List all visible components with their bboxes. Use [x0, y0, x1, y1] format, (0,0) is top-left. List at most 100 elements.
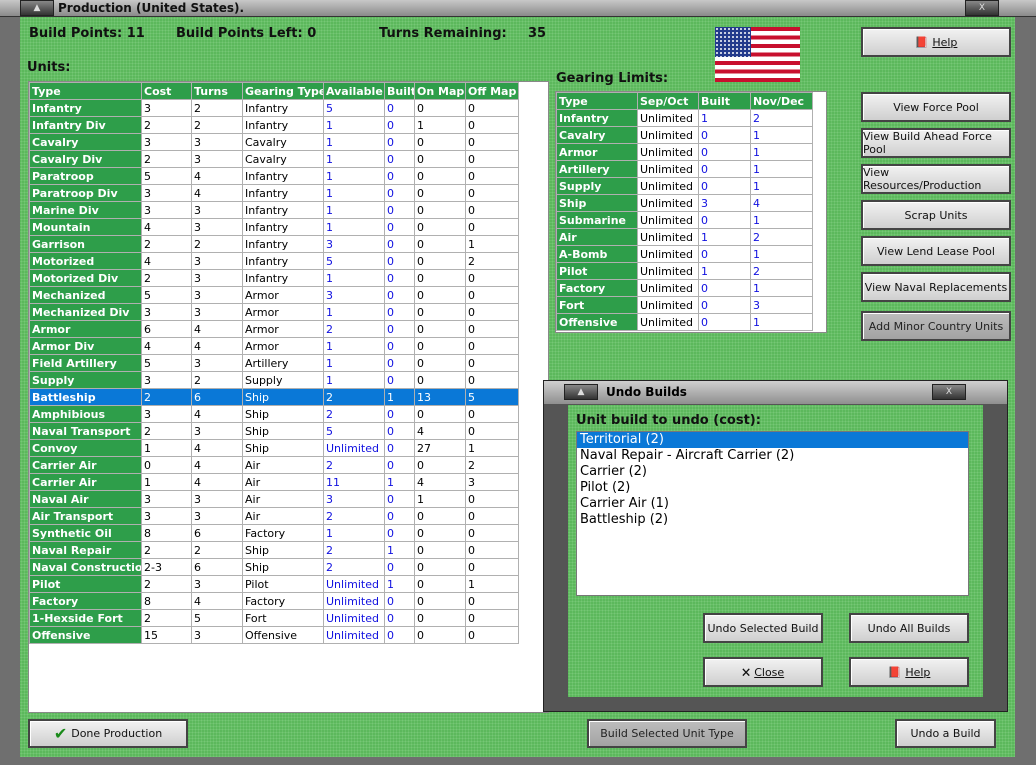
units-row[interactable]: Cavalry Div 2 3 Cavalry 1 0 0 0 — [29, 150, 519, 168]
units-column-header[interactable]: Available — [323, 82, 385, 100]
units-row[interactable]: Amphibious 3 4 Ship 2 0 0 0 — [29, 405, 519, 423]
gearing-column-header[interactable]: Nov/Dec — [750, 92, 813, 110]
units-cell: Pilot — [29, 575, 142, 593]
units-cell: 0 — [414, 371, 466, 389]
gearing-row[interactable]: Infantry Unlimited 1 2 — [556, 109, 813, 127]
gearing-row[interactable]: Pilot Unlimited 1 2 — [556, 262, 813, 280]
view-lend-lease-pool-button[interactable]: View Lend Lease Pool — [861, 236, 1011, 266]
units-row[interactable]: Naval Air 3 3 Air 3 0 1 0 — [29, 490, 519, 508]
units-row[interactable]: Mountain 4 3 Infantry 1 0 0 0 — [29, 218, 519, 236]
checkmark-icon: ✔ — [53, 724, 68, 743]
undo-list-item[interactable]: Carrier Air (1) — [577, 496, 968, 512]
units-row[interactable]: Garrison 2 2 Infantry 3 0 0 1 — [29, 235, 519, 253]
gearing-limits-table: Type Sep/Oct Built Nov/Dec Infantry Unlimited… — [556, 92, 813, 331]
gearing-row[interactable]: Fort Unlimited 0 3 — [556, 296, 813, 314]
build-selected-unit-type-button[interactable]: Build Selected Unit Type — [587, 719, 747, 748]
gearing-column-header[interactable]: Sep/Oct — [637, 92, 699, 110]
units-cell: 1 — [323, 303, 385, 321]
units-row[interactable]: Battleship 2 6 Ship 2 1 13 5 — [29, 388, 519, 406]
add-minor-country-units-button[interactable]: Add Minor Country Units — [861, 311, 1011, 341]
units-row[interactable]: Paratroop Div 3 4 Infantry 1 0 0 0 — [29, 184, 519, 202]
units-row[interactable]: Air Transport 3 3 Air 2 0 0 0 — [29, 507, 519, 525]
units-row[interactable]: 1-Hexside Fort 2 5 Fort Unlimited 0 0 0 — [29, 609, 519, 627]
undo-a-build-button[interactable]: Undo a Build — [895, 719, 996, 748]
units-row[interactable]: Carrier Air 1 4 Air 11 1 4 3 — [29, 473, 519, 491]
units-cell: 3 — [191, 252, 243, 270]
units-row[interactable]: Synthetic Oil 8 6 Factory 1 0 0 0 — [29, 524, 519, 542]
gearing-row[interactable]: Artillery Unlimited 0 1 — [556, 160, 813, 178]
units-row[interactable]: Pilot 2 3 Pilot Unlimited 1 0 1 — [29, 575, 519, 593]
help-button[interactable]: 📕 Help — [861, 27, 1011, 57]
units-column-header[interactable]: Gearing Type — [242, 82, 324, 100]
units-row[interactable]: Mechanized 5 3 Armor 3 0 0 0 — [29, 286, 519, 304]
minimize-button[interactable]: ▲ — [20, 0, 54, 16]
units-column-header[interactable]: Turns — [191, 82, 243, 100]
undo-build-list[interactable]: Territorial (2) Naval Repair - Aircraft C… — [576, 431, 969, 596]
units-cell: 1 — [323, 218, 385, 236]
gearing-row[interactable]: Factory Unlimited 0 1 — [556, 279, 813, 297]
units-row[interactable]: Naval Repair 2 2 Ship 2 1 0 0 — [29, 541, 519, 559]
units-cell: 3 — [191, 286, 243, 304]
gearing-row[interactable]: Ship Unlimited 3 4 — [556, 194, 813, 212]
units-cell: 2 — [141, 235, 192, 253]
undo-list-item[interactable]: Carrier (2) — [577, 464, 968, 480]
units-row[interactable]: Infantry Div 2 2 Infantry 1 0 1 0 — [29, 116, 519, 134]
units-column-header[interactable]: Built — [384, 82, 415, 100]
units-cell: 3 — [191, 269, 243, 287]
units-row[interactable]: Convoy 1 4 Ship Unlimited 0 27 1 — [29, 439, 519, 457]
close-window-button[interactable]: X — [965, 0, 999, 16]
units-column-header[interactable]: Off Map — [465, 82, 519, 100]
undo-selected-build-button[interactable]: Undo Selected Build — [703, 613, 823, 643]
units-row[interactable]: Armor 6 4 Armor 2 0 0 0 — [29, 320, 519, 338]
gearing-column-header[interactable]: Type — [556, 92, 638, 110]
units-row[interactable]: Supply 3 2 Supply 1 0 0 0 — [29, 371, 519, 389]
help-book-icon: 📕 — [887, 665, 902, 679]
units-row[interactable]: Paratroop 5 4 Infantry 1 0 0 0 — [29, 167, 519, 185]
close-button[interactable]: 🗙 Close — [703, 657, 823, 687]
view-build-ahead-force-pool-button[interactable]: View Build Ahead Force Pool — [861, 128, 1011, 158]
units-row[interactable]: Field Artillery 5 3 Artillery 1 0 0 0 — [29, 354, 519, 372]
view-force-pool-button[interactable]: View Force Pool — [861, 92, 1011, 122]
units-row[interactable]: Mechanized Div 3 3 Armor 1 0 0 0 — [29, 303, 519, 321]
gearing-column-header[interactable]: Built — [698, 92, 751, 110]
undo-list-item[interactable]: Naval Repair - Aircraft Carrier (2) — [577, 448, 968, 464]
gearing-row[interactable]: Submarine Unlimited 0 1 — [556, 211, 813, 229]
dialog-close-x-button[interactable]: X — [932, 384, 966, 400]
gearing-row[interactable]: Air Unlimited 1 2 — [556, 228, 813, 246]
units-row[interactable]: Factory 8 4 Factory Unlimited 0 0 0 — [29, 592, 519, 610]
units-row[interactable]: Cavalry 3 3 Cavalry 1 0 0 0 — [29, 133, 519, 151]
units-row[interactable]: Carrier Air 0 4 Air 2 0 0 2 — [29, 456, 519, 474]
units-row[interactable]: Motorized 4 3 Infantry 5 0 0 2 — [29, 252, 519, 270]
units-cell: 1 — [465, 439, 519, 457]
units-row[interactable]: Naval Transport 2 3 Ship 5 0 4 0 — [29, 422, 519, 440]
units-row[interactable]: Infantry 3 2 Infantry 5 0 0 0 — [29, 99, 519, 117]
units-cell: 0 — [414, 303, 466, 321]
units-cell: 3 — [323, 490, 385, 508]
undo-list-item[interactable]: Territorial (2) — [577, 432, 968, 448]
gearing-row[interactable]: Offensive Unlimited 0 1 — [556, 313, 813, 331]
view-resources-production-button[interactable]: View Resources/Production — [861, 164, 1011, 194]
units-column-header[interactable]: Type — [29, 82, 142, 100]
units-row[interactable]: Armor Div 4 4 Armor 1 0 0 0 — [29, 337, 519, 355]
units-row[interactable]: Marine Div 3 3 Infantry 1 0 0 0 — [29, 201, 519, 219]
units-cell: 2 — [141, 150, 192, 168]
gearing-row[interactable]: A-Bomb Unlimited 0 1 — [556, 245, 813, 263]
view-naval-replacements-button[interactable]: View Naval Replacements — [861, 272, 1011, 302]
units-row[interactable]: Offensive 15 3 Offensive Unlimited 0 0 0 — [29, 626, 519, 644]
units-row[interactable]: Naval Construction 2-3 6 Ship 2 0 0 0 — [29, 558, 519, 576]
undo-list-item[interactable]: Pilot (2) — [577, 480, 968, 496]
units-cell: 0 — [414, 456, 466, 474]
undo-all-builds-button[interactable]: Undo All Builds — [849, 613, 969, 643]
units-cell: Carrier Air — [29, 456, 142, 474]
gearing-row[interactable]: Supply Unlimited 0 1 — [556, 177, 813, 195]
dialog-help-button[interactable]: 📕 Help — [849, 657, 969, 687]
units-column-header[interactable]: Cost — [141, 82, 192, 100]
done-production-button[interactable]: ✔ Done Production — [28, 719, 188, 748]
gearing-row[interactable]: Cavalry Unlimited 0 1 — [556, 126, 813, 144]
units-row[interactable]: Motorized Div 2 3 Infantry 1 0 0 0 — [29, 269, 519, 287]
undo-list-item[interactable]: Battleship (2) — [577, 512, 968, 528]
dialog-minimize-button[interactable]: ▲ — [564, 384, 598, 400]
units-column-header[interactable]: On Map — [414, 82, 466, 100]
scrap-units-button[interactable]: Scrap Units — [861, 200, 1011, 230]
gearing-row[interactable]: Armor Unlimited 0 1 — [556, 143, 813, 161]
